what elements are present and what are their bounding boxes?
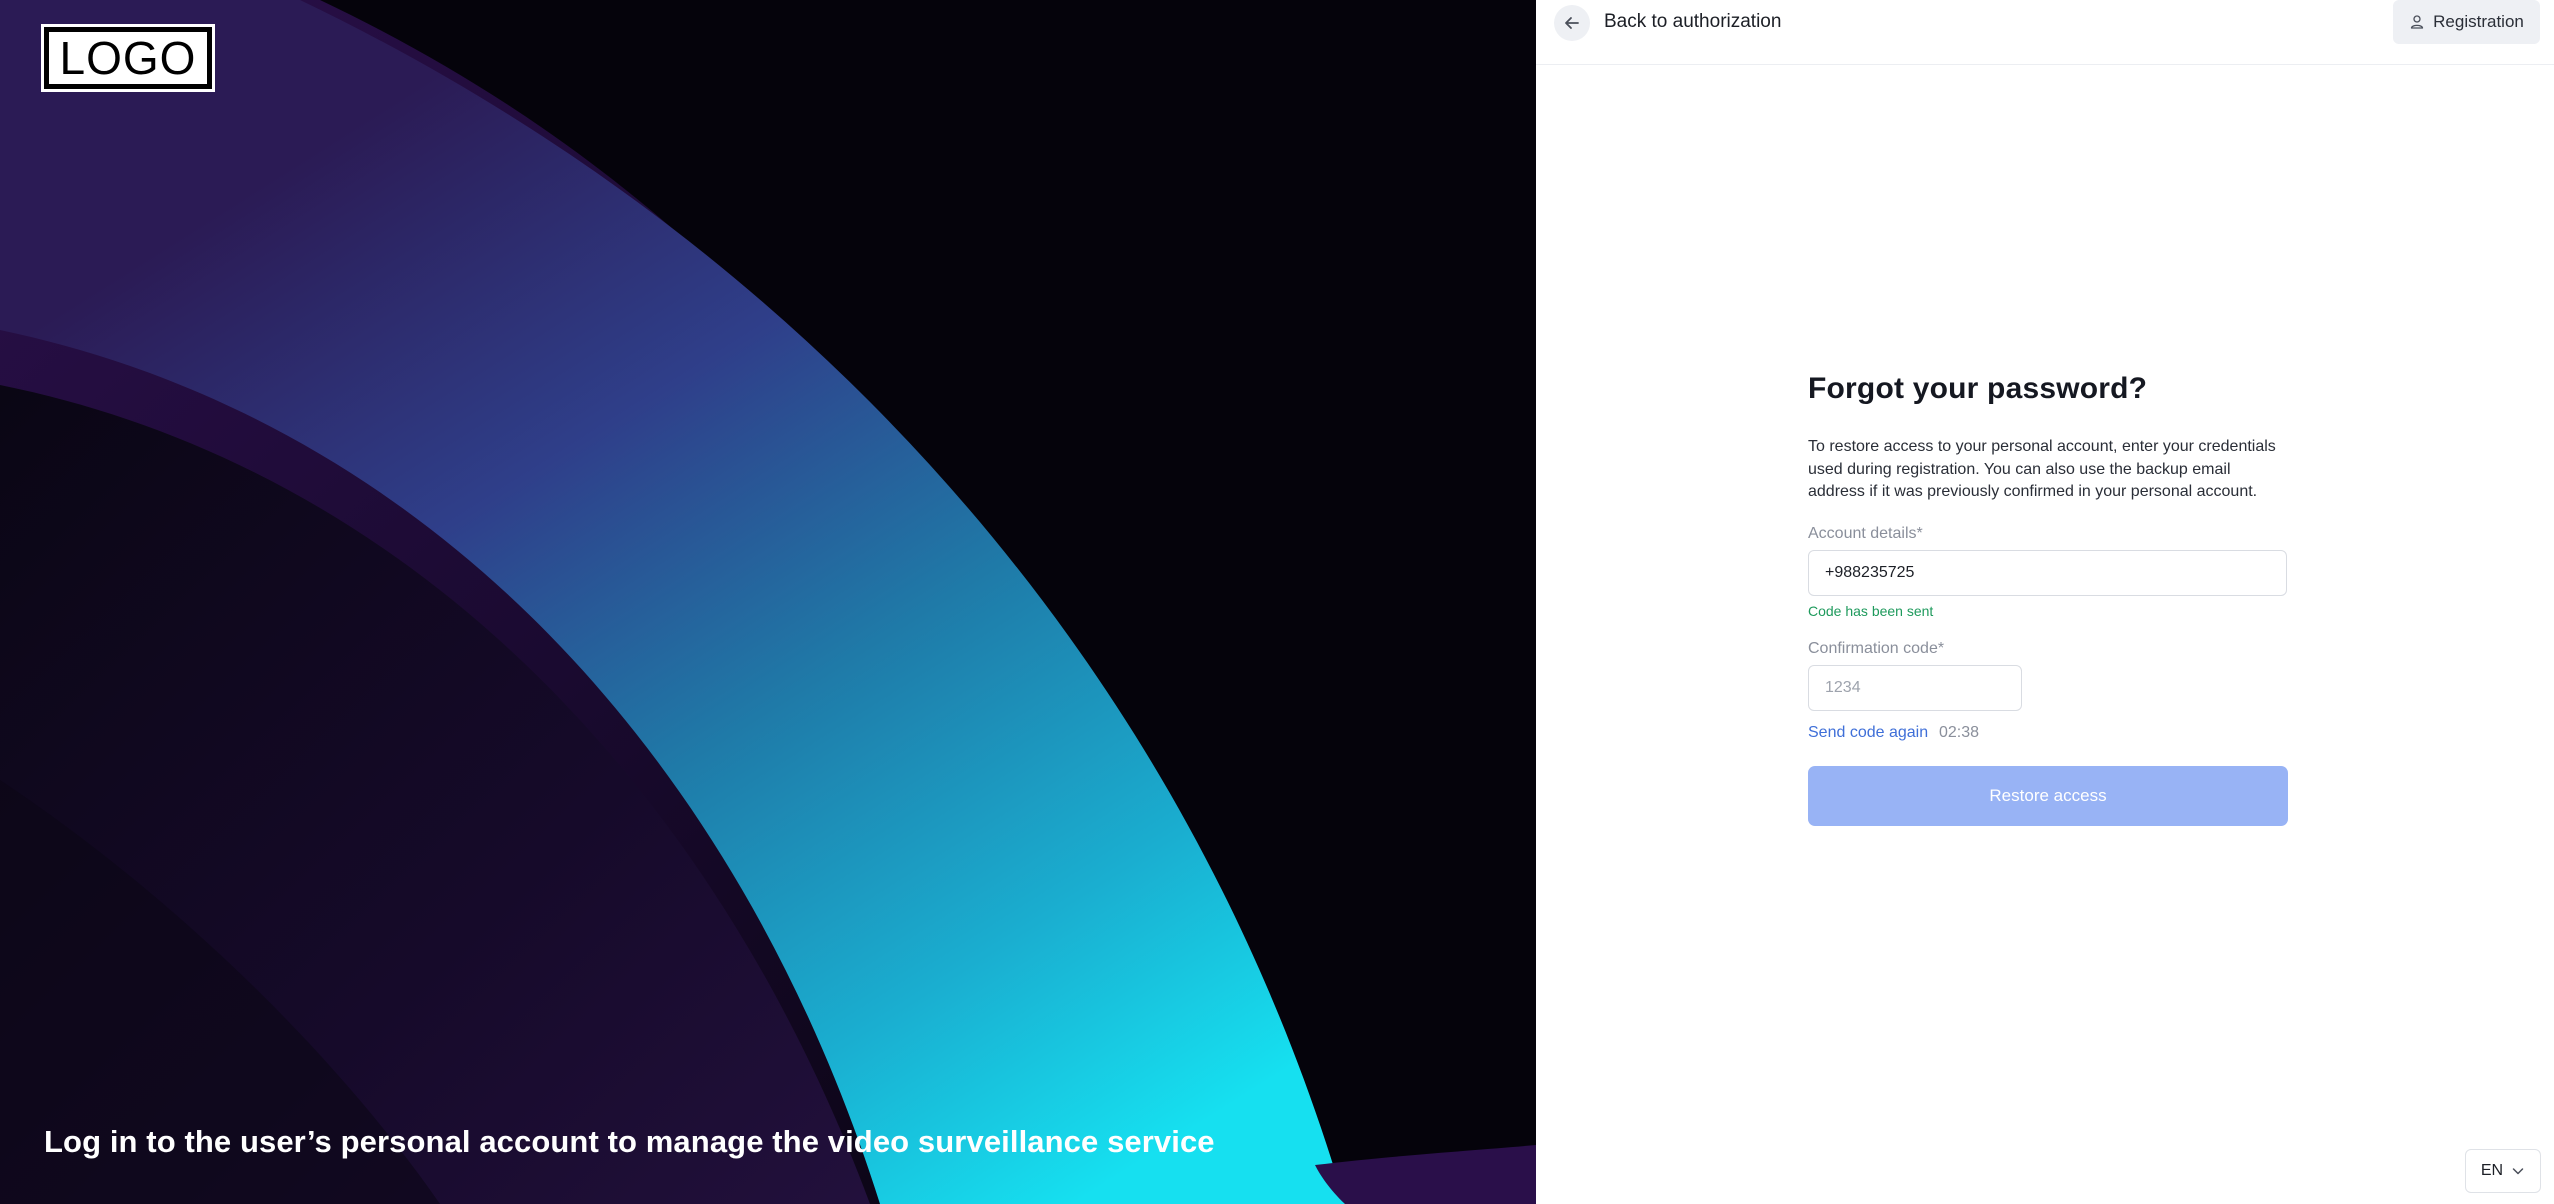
account-details-label-text: Account details — [1808, 525, 1917, 542]
language-selected: EN — [2480, 1162, 2504, 1179]
required-mark: * — [1937, 640, 1945, 657]
language-selector[interactable]: EN — [2465, 1149, 2541, 1193]
hero-background-graphic — [0, 0, 1536, 1204]
send-code-again-link[interactable]: Send code again — [1808, 724, 1928, 742]
page-title: Forgot your password? — [1808, 372, 2148, 405]
account-details-label: Account details* — [1808, 525, 1923, 543]
registration-button[interactable]: Registration — [2393, 0, 2540, 44]
resend-timer: 02:38 — [1939, 724, 1980, 741]
account-details-input[interactable] — [1808, 550, 2287, 596]
forgot-password-form: Forgot your password? To restore access … — [1808, 372, 2288, 826]
arrow-left-icon — [1565, 17, 1579, 29]
top-bar: Back to authorization Registration — [1536, 0, 2554, 65]
back-to-authorization-link[interactable]: Back to authorization — [1604, 11, 1781, 33]
back-button[interactable] — [1554, 5, 1590, 41]
confirmation-code-label: Confirmation code* — [1808, 640, 1944, 658]
restore-access-button[interactable]: Restore access — [1808, 766, 2288, 826]
chevron-down-icon — [2512, 1168, 2524, 1175]
confirmation-code-label-text: Confirmation code — [1808, 640, 1938, 657]
registration-label: Registration — [2433, 12, 2524, 31]
required-mark: * — [1916, 525, 1923, 542]
hero-panel: LOGO Log in to the user’s personal accou… — [0, 0, 1536, 1204]
code-sent-message: Code has been sent — [1808, 603, 1934, 619]
logo: LOGO — [44, 27, 212, 89]
hero-caption: Log in to the user’s personal account to… — [44, 1124, 1215, 1159]
form-panel: Back to authorization Registration Forgo… — [1536, 0, 2554, 1204]
user-icon — [2410, 15, 2424, 29]
logo-text: LOGO — [59, 32, 197, 84]
confirmation-code-input[interactable] — [1808, 665, 2022, 711]
form-description: To restore access to your personal accou… — [1808, 438, 2276, 500]
